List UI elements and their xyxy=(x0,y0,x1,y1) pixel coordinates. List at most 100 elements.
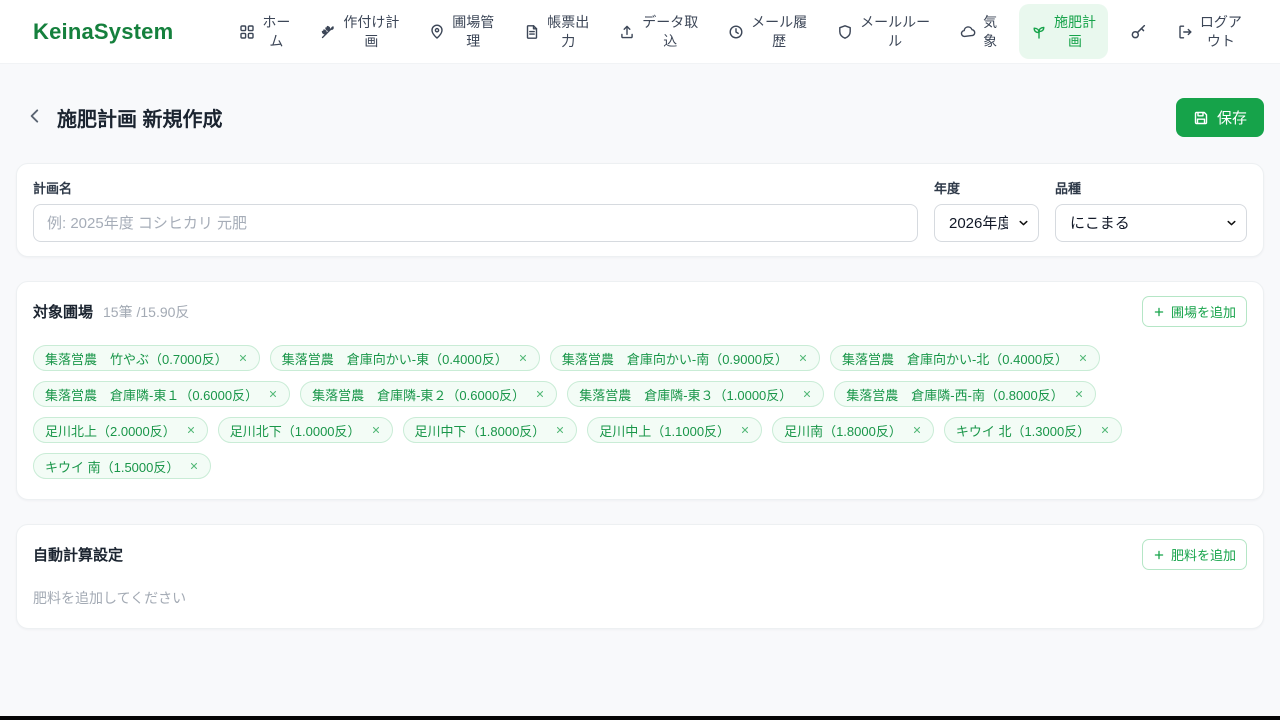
field-tag: 集落営農 倉庫向かい-東（0.4000反） xyxy=(269,345,540,371)
field-tag-label: キウイ 北（1.3000反） xyxy=(955,423,1091,439)
remove-field-button[interactable] xyxy=(535,389,545,399)
close-icon xyxy=(189,461,199,471)
app-logo: KeinaSystem xyxy=(33,18,174,44)
field-tag: 足川北下（1.0000反） xyxy=(217,417,393,443)
target-fields-card: 対象圃場 15筆 /15.90反 圃場を追加 集落営農 竹やぶ（0.7000反）… xyxy=(16,281,1264,500)
nav-item-home[interactable]: ホーム xyxy=(231,7,298,57)
remove-field-button[interactable] xyxy=(912,425,922,435)
nav-item-label: 帳票出力 xyxy=(547,13,590,49)
field-tag-label: 足川北上（2.0000反） xyxy=(45,423,176,439)
field-tag: 集落営農 倉庫隣-西-南（0.8000反） xyxy=(834,381,1096,407)
close-icon xyxy=(1074,389,1084,399)
nav-item-label: 作付け計画 xyxy=(343,13,400,49)
field-tag-label: 集落営農 倉庫向かい-北（0.4000反） xyxy=(841,351,1069,367)
remove-field-button[interactable] xyxy=(189,461,199,471)
nav-item-logout[interactable]: ログアウト xyxy=(1169,7,1250,57)
field-tag-label: 足川北下（1.0000反） xyxy=(229,423,361,439)
screen-bottom-edge xyxy=(0,716,1280,720)
sprout-icon xyxy=(1031,24,1047,40)
close-icon xyxy=(238,353,248,363)
nav-item-label: メールルール xyxy=(860,13,931,49)
field-tag-label: 足川中下（1.8000反） xyxy=(414,423,546,439)
field-tag: 足川中下（1.8000反） xyxy=(402,417,578,443)
add-field-button[interactable]: 圃場を追加 xyxy=(1141,296,1247,327)
remove-field-button[interactable] xyxy=(1074,389,1084,399)
remove-field-button[interactable] xyxy=(1078,353,1088,363)
close-icon xyxy=(371,425,381,435)
field-tag: キウイ 北（1.3000反） xyxy=(943,417,1123,443)
plan-meta-card: 計画名 年度 2026年度 品種 にこまる xyxy=(16,163,1264,257)
remove-field-button[interactable] xyxy=(1100,425,1110,435)
plan-name-input[interactable] xyxy=(33,204,918,242)
variety-label: 品種 xyxy=(1055,181,1082,196)
close-icon xyxy=(798,353,808,363)
chevron-left-icon xyxy=(26,107,44,128)
close-icon xyxy=(1078,353,1088,363)
remove-field-button[interactable] xyxy=(798,353,808,363)
page-title: 施肥計画 新規作成 xyxy=(57,109,223,131)
top-navigation-bar: KeinaSystem ホーム 作付け計画 圃場管理 帳票出力 データ取込 メー… xyxy=(0,0,1280,64)
upload-icon xyxy=(619,24,635,40)
variety-select[interactable]: にこまる xyxy=(1055,204,1247,242)
remove-field-button[interactable] xyxy=(740,425,750,435)
back-button[interactable] xyxy=(26,107,44,128)
nav-item-weather[interactable]: 気象 xyxy=(952,7,1005,57)
nav-item-label: 気象 xyxy=(983,13,998,49)
plus-icon xyxy=(1153,306,1165,318)
remove-field-button[interactable] xyxy=(238,353,248,363)
remove-field-button[interactable] xyxy=(371,425,381,435)
map-pin-icon xyxy=(429,24,445,40)
year-select[interactable]: 2026年度 xyxy=(934,204,1039,242)
field-tag: 足川北上（2.0000反） xyxy=(33,417,208,443)
year-label: 年度 xyxy=(934,181,961,196)
nav-item-key[interactable] xyxy=(1122,17,1155,46)
remove-field-button[interactable] xyxy=(802,389,812,399)
field-tag-label: 集落営農 倉庫隣-東２（0.6000反） xyxy=(312,387,526,403)
nav-item-data-import[interactable]: データ取込 xyxy=(611,7,706,57)
remove-field-button[interactable] xyxy=(518,353,528,363)
close-icon xyxy=(912,425,922,435)
save-icon xyxy=(1193,110,1209,126)
nav-item-mail-history[interactable]: メール履歴 xyxy=(720,7,815,57)
nav-item-field-management[interactable]: 圃場管理 xyxy=(421,7,502,57)
field-tag-label: キウイ 南（1.5000反） xyxy=(45,459,180,475)
field-tag-label: 集落営農 倉庫向かい-南（0.9000反） xyxy=(561,351,788,367)
remove-field-button[interactable] xyxy=(268,389,278,399)
field-tag-label: 集落営農 倉庫隣-東３（1.0000反） xyxy=(579,387,793,403)
close-icon xyxy=(518,353,528,363)
fertilizer-empty-message: 肥料を追加してください xyxy=(33,590,187,606)
field-tag-list: 集落営農 竹やぶ（0.7000反） 集落営農 倉庫向かい-東（0.4000反） … xyxy=(33,345,1247,479)
nav-item-report-output[interactable]: 帳票出力 xyxy=(516,7,597,57)
nav-item-fertilization-plan[interactable]: 施肥計画 xyxy=(1019,3,1109,60)
logout-icon xyxy=(1177,24,1193,40)
field-tag-label: 集落営農 倉庫向かい-東（0.4000反） xyxy=(281,351,508,367)
auto-calc-card: 自動計算設定 肥料を追加 肥料を追加してください xyxy=(16,524,1264,629)
shield-icon xyxy=(837,24,853,40)
field-tag: 集落営農 倉庫隣-東３（1.0000反） xyxy=(567,381,825,407)
add-fertilizer-button[interactable]: 肥料を追加 xyxy=(1141,539,1247,570)
nav-item-mail-rules[interactable]: メールルール xyxy=(829,7,938,57)
field-tag-label: 集落営農 竹やぶ（0.7000反） xyxy=(45,351,228,367)
nav-item-label: 施肥計画 xyxy=(1054,13,1097,49)
page-header: 施肥計画 新規作成 保存 xyxy=(16,98,1264,137)
key-icon xyxy=(1130,23,1147,40)
save-button[interactable]: 保存 xyxy=(1175,98,1264,137)
nav-item-label: メール履歴 xyxy=(751,13,808,49)
document-icon xyxy=(524,24,540,40)
nav-item-planting-plan[interactable]: 作付け計画 xyxy=(312,7,407,57)
field-tag-label: 足川南（1.8000反） xyxy=(784,423,902,439)
field-tag: 集落営農 倉庫隣-東１（0.6000反） xyxy=(33,381,291,407)
add-field-button-label: 圃場を追加 xyxy=(1170,305,1236,320)
field-tag-label: 集落営農 倉庫隣-東１（0.6000反） xyxy=(45,387,259,403)
field-tag: 集落営農 倉庫向かい-南（0.9000反） xyxy=(549,345,820,371)
remove-field-button[interactable] xyxy=(555,425,565,435)
plan-name-label: 計画名 xyxy=(33,181,73,196)
field-tag: 集落営農 竹やぶ（0.7000反） xyxy=(33,345,260,371)
field-tag: キウイ 南（1.5000反） xyxy=(33,453,212,479)
field-tag: 足川南（1.8000反） xyxy=(772,417,934,443)
nav-item-label: 圃場管理 xyxy=(452,13,495,49)
cloud-icon xyxy=(960,24,976,40)
field-tag: 集落営農 倉庫向かい-北（0.4000反） xyxy=(829,345,1101,371)
remove-field-button[interactable] xyxy=(186,425,196,435)
field-tag: 集落営農 倉庫隣-東２（0.6000反） xyxy=(300,381,558,407)
